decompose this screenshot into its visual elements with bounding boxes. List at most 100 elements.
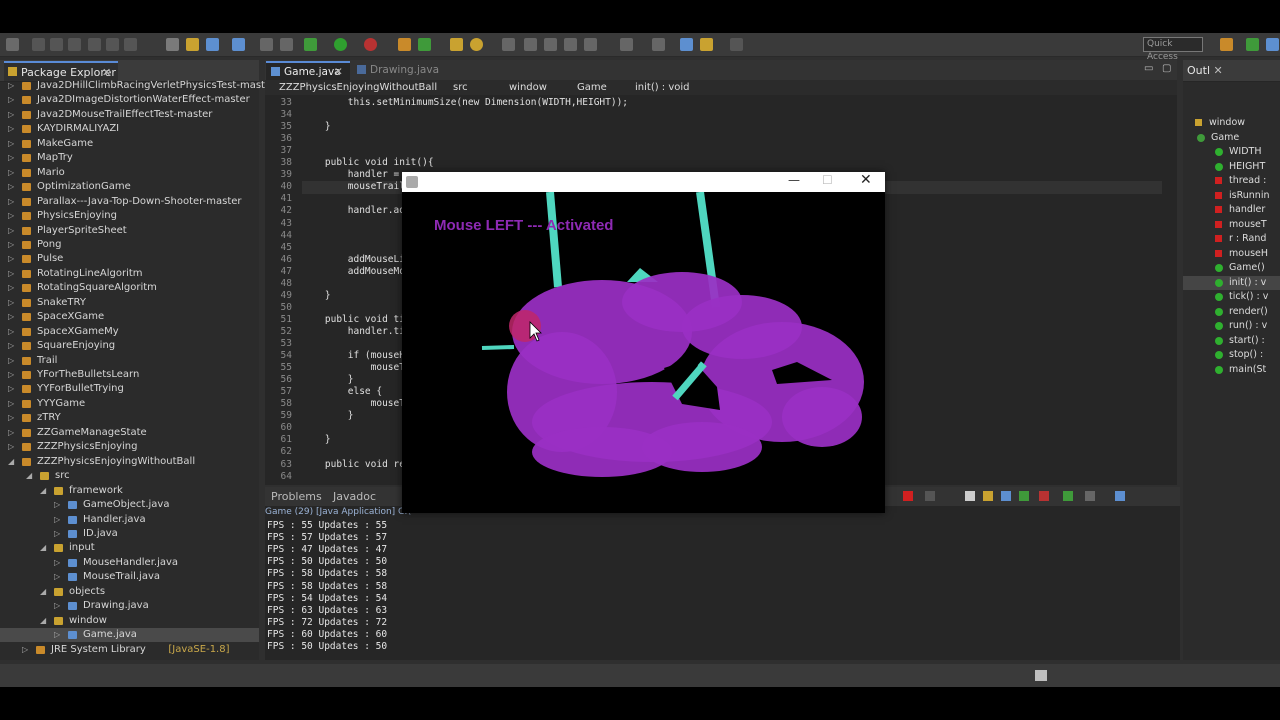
tree-item[interactable]: ◢ input	[0, 541, 259, 555]
tab-drawing-java[interactable]: Drawing.java	[352, 61, 439, 80]
toolbar-icon[interactable]	[88, 38, 101, 51]
view-menu-icon[interactable]	[1085, 491, 1095, 501]
collapsed-arrow-icon[interactable]: ▷	[54, 556, 62, 570]
outline-item[interactable]: run() : v	[1183, 319, 1280, 333]
tree-item[interactable]: ▷ Java2DImageDistortionWaterEffect-master	[0, 93, 259, 107]
tree-item[interactable]: ▷ RotatingSquareAlgoritm	[0, 281, 259, 295]
clear-console-icon[interactable]	[965, 491, 975, 501]
java-perspective-icon[interactable]	[1246, 38, 1259, 51]
tree-item[interactable]: ▷ SpaceXGame	[0, 310, 259, 324]
collapsed-arrow-icon[interactable]: ▷	[8, 209, 16, 223]
code-line[interactable]: addMouseMo	[302, 266, 405, 277]
outline-item[interactable]: tick() : v	[1183, 290, 1280, 304]
tree-item[interactable]: ▷ zTRY	[0, 411, 259, 425]
console-output[interactable]	[265, 506, 1180, 660]
minimize-icon[interactable]: ▭	[1144, 63, 1153, 74]
forward-icon[interactable]	[730, 38, 743, 51]
collapsed-arrow-icon[interactable]: ▷	[8, 354, 16, 368]
collapsed-arrow-icon[interactable]: ▷	[54, 513, 62, 527]
collapsed-arrow-icon[interactable]: ▷	[54, 498, 62, 512]
code-line[interactable]: }	[302, 121, 331, 132]
maximize-button[interactable]: ☐	[822, 173, 833, 187]
perspective-icon[interactable]	[1220, 38, 1233, 51]
outline-item[interactable]: isRunnin	[1183, 189, 1280, 203]
collapsed-arrow-icon[interactable]: ▷	[8, 296, 16, 310]
quick-access-input[interactable]: Quick Access	[1143, 37, 1203, 62]
toolbar-icon[interactable]	[124, 38, 137, 51]
toolbar-icon[interactable]	[206, 38, 219, 51]
word-wrap-icon[interactable]	[1001, 491, 1011, 501]
expanded-arrow-icon[interactable]: ◢	[40, 585, 48, 599]
breadcrumb-src[interactable]: src	[453, 80, 468, 95]
toolbar-icon[interactable]	[524, 38, 537, 51]
code-line[interactable]: addMouseLi	[302, 254, 405, 265]
scroll-lock-icon[interactable]	[983, 491, 993, 501]
tree-item[interactable]: ▷ Drawing.java	[0, 599, 259, 613]
code-line[interactable]: handler =	[302, 169, 399, 180]
collapsed-arrow-icon[interactable]: ▷	[8, 252, 16, 266]
outline-item[interactable]: HEIGHT	[1183, 160, 1280, 174]
tree-item[interactable]: ▷ ZZGameManageState	[0, 426, 259, 440]
collapsed-arrow-icon[interactable]: ▷	[8, 122, 16, 136]
tree-item[interactable]: ◢ framework	[0, 484, 259, 498]
collapsed-arrow-icon[interactable]: ▷	[8, 339, 16, 353]
tree-item[interactable]: ▷ MouseTrail.java	[0, 570, 259, 584]
collapsed-arrow-icon[interactable]: ▷	[8, 79, 16, 93]
open-type-icon[interactable]	[450, 38, 463, 51]
breadcrumb-project[interactable]: ZZZPhysicsEnjoyingWithoutBall	[279, 80, 437, 95]
debug-perspective-icon[interactable]	[1266, 38, 1279, 51]
tab-javadoc[interactable]: Javadoc	[333, 490, 376, 503]
collapsed-arrow-icon[interactable]: ▷	[8, 397, 16, 411]
tree-item[interactable]: ▷ Game.java	[0, 628, 259, 643]
toolbar-icon[interactable]	[584, 38, 597, 51]
tree-item[interactable]: ▷ KAYDIRMALIYAZI	[0, 122, 259, 136]
tree-item[interactable]: ▷ Java2DHillClimbRacingVerletPhysicsTest-…	[0, 79, 275, 93]
debug-icon[interactable]	[304, 38, 317, 51]
expanded-arrow-icon[interactable]: ◢	[8, 455, 16, 469]
toolbar-icon[interactable]	[186, 38, 199, 51]
tree-item[interactable]: ▷ SnakeTRY	[0, 296, 259, 310]
collapsed-arrow-icon[interactable]: ▷	[54, 628, 62, 642]
outline-item[interactable]: mouseH	[1183, 247, 1280, 261]
outline-item[interactable]: thread :	[1183, 174, 1280, 188]
outline-item[interactable]: mouseT	[1183, 218, 1280, 232]
tree-item[interactable]: ▷ YForTheBulletsLearn	[0, 368, 259, 382]
tree-item[interactable]: ▷ SquareEnjoying	[0, 339, 259, 353]
terminate-icon[interactable]	[903, 491, 913, 501]
expanded-arrow-icon[interactable]: ◢	[40, 541, 48, 555]
tree-item[interactable]: ▷ ID.java	[0, 527, 259, 541]
expanded-arrow-icon[interactable]: ◢	[40, 614, 48, 628]
tree-item[interactable]: ◢ ZZZPhysicsEnjoyingWithoutBall	[0, 455, 259, 469]
tree-item[interactable]: ▷ SpaceXGameMy	[0, 325, 259, 339]
tree-item[interactable]: ▷ MouseHandler.java	[0, 556, 259, 570]
outline-item[interactable]: start() :	[1183, 334, 1280, 348]
toolbar-icon[interactable]	[232, 38, 245, 51]
new-class-icon[interactable]	[418, 38, 431, 51]
tree-item[interactable]: ▷ Pulse	[0, 252, 259, 266]
collapsed-arrow-icon[interactable]: ▷	[8, 195, 16, 209]
code-line[interactable]: handler.ti	[302, 326, 405, 337]
outline-item[interactable]: Game()	[1183, 261, 1280, 275]
outline-item[interactable]: WIDTH	[1183, 145, 1280, 159]
game-window-titlebar[interactable]: — ☐ ✕	[402, 172, 885, 192]
outline-tab[interactable]: Outl ✕	[1187, 64, 1223, 77]
display-console-icon[interactable]	[1039, 491, 1049, 501]
toolbar-icon[interactable]	[544, 38, 557, 51]
code-line[interactable]: public void init(){	[302, 157, 434, 168]
expanded-arrow-icon[interactable]: ◢	[26, 469, 34, 483]
outline-item[interactable]: Game	[1183, 131, 1280, 145]
open-console-icon[interactable]	[1063, 491, 1073, 501]
tree-item[interactable]: ▷ Mario	[0, 166, 259, 180]
collapsed-arrow-icon[interactable]: ▷	[54, 527, 62, 541]
collapsed-arrow-icon[interactable]: ▷	[8, 411, 16, 425]
outline-item[interactable]: main(St	[1183, 363, 1280, 377]
tree-item[interactable]: ◢ src	[0, 469, 259, 483]
tree-item[interactable]: ▷ JRE System Library [JavaSE-1.8]	[0, 643, 259, 657]
collapsed-arrow-icon[interactable]: ▷	[8, 426, 16, 440]
toolbar-icon[interactable]	[398, 38, 411, 51]
outline-item[interactable]: r : Rand	[1183, 232, 1280, 246]
run-icon[interactable]	[334, 38, 347, 51]
new-console-icon[interactable]	[1115, 491, 1125, 501]
collapsed-arrow-icon[interactable]: ▷	[8, 93, 16, 107]
toolbar-icon[interactable]	[32, 38, 45, 51]
